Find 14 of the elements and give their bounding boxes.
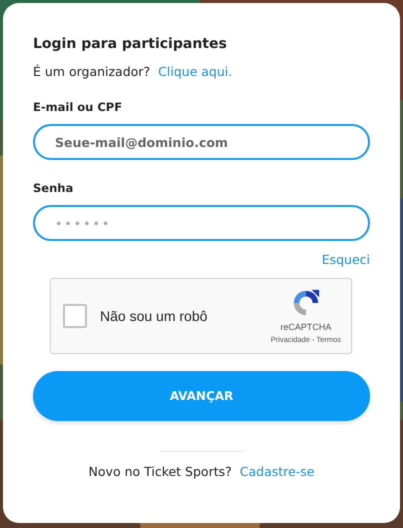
login-title: Login para participantes bbox=[33, 36, 228, 52]
checkbox[interactable] bbox=[63, 304, 87, 328]
forgot-link[interactable]: Esqueci bbox=[322, 252, 370, 267]
signup-link[interactable]: Cadastre-se bbox=[240, 464, 314, 479]
signup-question: Novo no Ticket Sports? bbox=[88, 464, 232, 479]
recaptcha-brand: reCAPTCHA bbox=[280, 322, 332, 332]
captcha-label: Não sou um robô bbox=[100, 308, 208, 324]
organizer-question: É um organizador? bbox=[33, 64, 150, 79]
submit-button[interactable]: AVANÇAR bbox=[33, 371, 370, 421]
email-field[interactable]: Seue-mail@dominio.com bbox=[33, 124, 370, 160]
field-label: E-mail ou CPF bbox=[33, 100, 124, 114]
password-field[interactable]: •••••• bbox=[33, 205, 370, 241]
organizer-link[interactable]: Clique aqui. bbox=[158, 64, 232, 79]
field-label: Senha bbox=[33, 181, 74, 195]
